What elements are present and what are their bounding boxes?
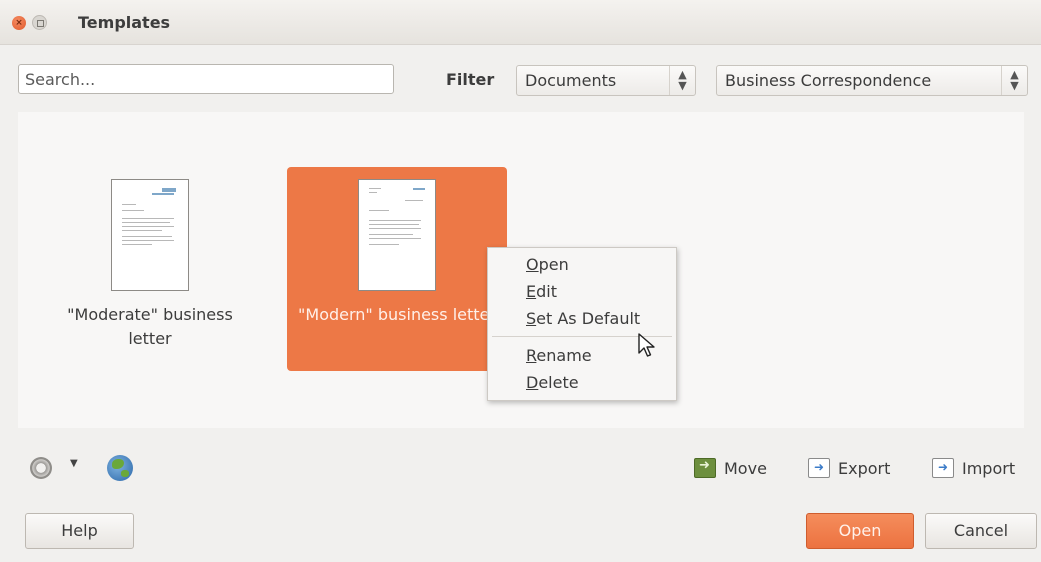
spinner-arrows-icon: ▲ ▼ <box>669 66 695 95</box>
import-icon <box>932 458 954 478</box>
filter-type-value: Documents <box>525 71 617 90</box>
export-icon <box>808 458 830 478</box>
menu-item-set-as-default[interactable]: Set As Default <box>526 308 640 330</box>
export-label: Export <box>838 458 891 478</box>
menu-item-delete[interactable]: Delete <box>526 372 579 394</box>
filter-category-value: Business Correspondence <box>725 71 932 90</box>
menu-item-edit[interactable]: Edit <box>526 281 557 303</box>
import-button[interactable]: Import <box>932 458 1015 478</box>
filter-label: Filter <box>446 70 495 89</box>
menu-item-rename[interactable]: Rename <box>526 345 592 367</box>
template-label: "Modern" business letter <box>298 305 496 324</box>
template-label: "Moderate" business letter <box>67 305 233 348</box>
search-input[interactable] <box>18 64 394 94</box>
close-icon[interactable]: × <box>12 16 26 30</box>
template-thumbnail <box>111 179 189 291</box>
filter-category-select[interactable]: Business Correspondence ▲ ▼ <box>716 65 1028 96</box>
open-button[interactable]: Open <box>806 513 914 549</box>
cancel-button[interactable]: Cancel <box>925 513 1037 549</box>
settings-gear-icon[interactable] <box>30 457 52 479</box>
move-button[interactable]: Move <box>694 458 767 478</box>
menu-item-open[interactable]: Open <box>526 254 569 276</box>
mouse-cursor-icon <box>638 333 655 357</box>
online-repository-globe-icon[interactable] <box>107 455 133 481</box>
title-bar: × Templates <box>0 0 1041 45</box>
spinner-arrows-icon: ▲ ▼ <box>1001 66 1027 95</box>
export-button[interactable]: Export <box>808 458 890 478</box>
move-label: Move <box>724 458 767 478</box>
template-item-selected[interactable]: "Modern" business letter <box>287 167 507 371</box>
context-menu: Open Edit Set As Default Rename Delete <box>487 247 677 401</box>
filter-type-select[interactable]: Documents ▲ ▼ <box>516 65 696 96</box>
maximize-icon[interactable] <box>32 15 47 30</box>
window-title: Templates <box>78 13 171 32</box>
dropdown-arrow-icon[interactable]: ▼ <box>70 458 78 469</box>
move-icon <box>694 458 716 478</box>
template-thumbnail <box>358 179 436 291</box>
help-button[interactable]: Help <box>25 513 134 549</box>
import-label: Import <box>962 458 1016 478</box>
template-item[interactable]: "Moderate" business letter <box>40 167 260 371</box>
